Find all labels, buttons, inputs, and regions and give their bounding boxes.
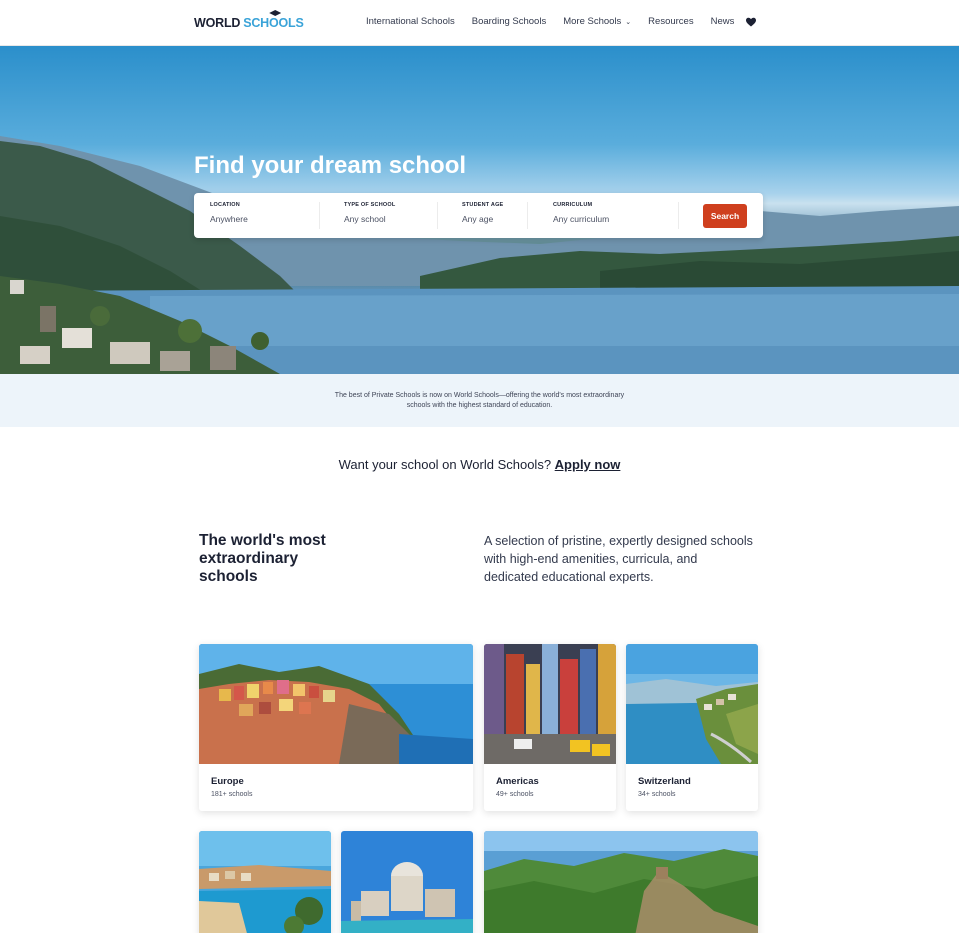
featured-description: A selection of pristine, expertly design… — [484, 534, 753, 584]
student-age-label: STUDENT AGE — [462, 202, 504, 208]
card-title: Switzerland — [638, 776, 691, 787]
nav-more-schools[interactable]: More Schools ⌄ — [563, 16, 631, 27]
card-title: Americas — [496, 776, 539, 787]
school-type-label: TYPE OF SCHOOL — [344, 202, 396, 208]
nav-international-schools[interactable]: International Schools — [366, 16, 455, 27]
card-school-count: 181+ schools — [211, 791, 253, 798]
destination-card-coast[interactable] — [199, 831, 331, 933]
featured-heading: The world's most extraordinary schools — [199, 532, 326, 585]
great-wall-image — [484, 831, 758, 933]
school-type-value: Any school — [344, 214, 386, 224]
apply-prompt: Want your school on World Schools? Apply… — [0, 457, 959, 472]
logo-text-world: WORLD — [194, 16, 241, 30]
field-divider — [437, 202, 438, 229]
logo-text-schools-label: SCHOOLS — [243, 16, 304, 30]
school-search-bar: LOCATION Anywhere TYPE OF SCHOOL Any sch… — [194, 193, 763, 238]
destination-card-europe[interactable]: Europe 181+ schools — [199, 644, 473, 811]
field-divider — [319, 202, 320, 229]
switzerland-image — [626, 644, 758, 764]
heart-icon[interactable] — [745, 16, 757, 28]
field-divider — [678, 202, 679, 229]
logo-text-schools: SCHOOLS — [243, 10, 304, 30]
info-band-text: The best of Private Schools is now on Wo… — [334, 392, 625, 409]
student-age-field[interactable]: STUDENT AGE Any age — [462, 202, 503, 224]
curriculum-label: CURRICULUM — [553, 202, 593, 208]
location-field[interactable]: LOCATION Anywhere — [210, 202, 248, 224]
coast-image — [199, 831, 331, 933]
nav-news[interactable]: News — [711, 16, 735, 27]
student-age-value: Any age — [462, 214, 494, 224]
nav-resources[interactable]: Resources — [648, 16, 693, 27]
venice-image — [341, 831, 473, 933]
main-nav: International Schools Boarding Schools M… — [366, 16, 751, 27]
nav-more-schools-label: More Schools — [563, 16, 622, 27]
school-type-field[interactable]: TYPE OF SCHOOL Any school — [344, 202, 395, 224]
hero-title: Find your dream school — [194, 152, 467, 179]
card-school-count: 49+ schools — [496, 791, 534, 798]
destination-card-great-wall[interactable] — [484, 831, 758, 933]
apply-now-link[interactable]: Apply now — [555, 457, 621, 472]
site-header: WORLD SCHOOLS International Schools Boar… — [0, 0, 959, 46]
chevron-down-icon: ⌄ — [625, 19, 632, 26]
nav-boarding-schools[interactable]: Boarding Schools — [472, 16, 546, 27]
location-label: LOCATION — [210, 202, 240, 208]
curriculum-value: Any curriculum — [553, 214, 610, 224]
destination-card-switzerland[interactable]: Switzerland 34+ schools — [626, 644, 758, 811]
location-value: Anywhere — [210, 214, 248, 224]
apply-prompt-text: Want your school on World Schools? — [338, 457, 552, 472]
europe-image — [199, 644, 473, 764]
hero-section: Find your dream school LOCATION Anywhere… — [0, 46, 959, 374]
search-button[interactable]: Search — [703, 204, 747, 228]
destination-card-venice[interactable] — [341, 831, 473, 933]
world-schools-logo[interactable]: WORLD SCHOOLS — [194, 10, 304, 32]
destination-card-americas[interactable]: Americas 49+ schools — [484, 644, 616, 811]
curriculum-field[interactable]: CURRICULUM Any curriculum — [553, 202, 609, 224]
americas-image — [484, 644, 616, 764]
info-band: The best of Private Schools is now on Wo… — [0, 374, 959, 427]
field-divider — [527, 202, 528, 229]
card-school-count: 34+ schools — [638, 791, 676, 798]
card-title: Europe — [211, 776, 244, 787]
